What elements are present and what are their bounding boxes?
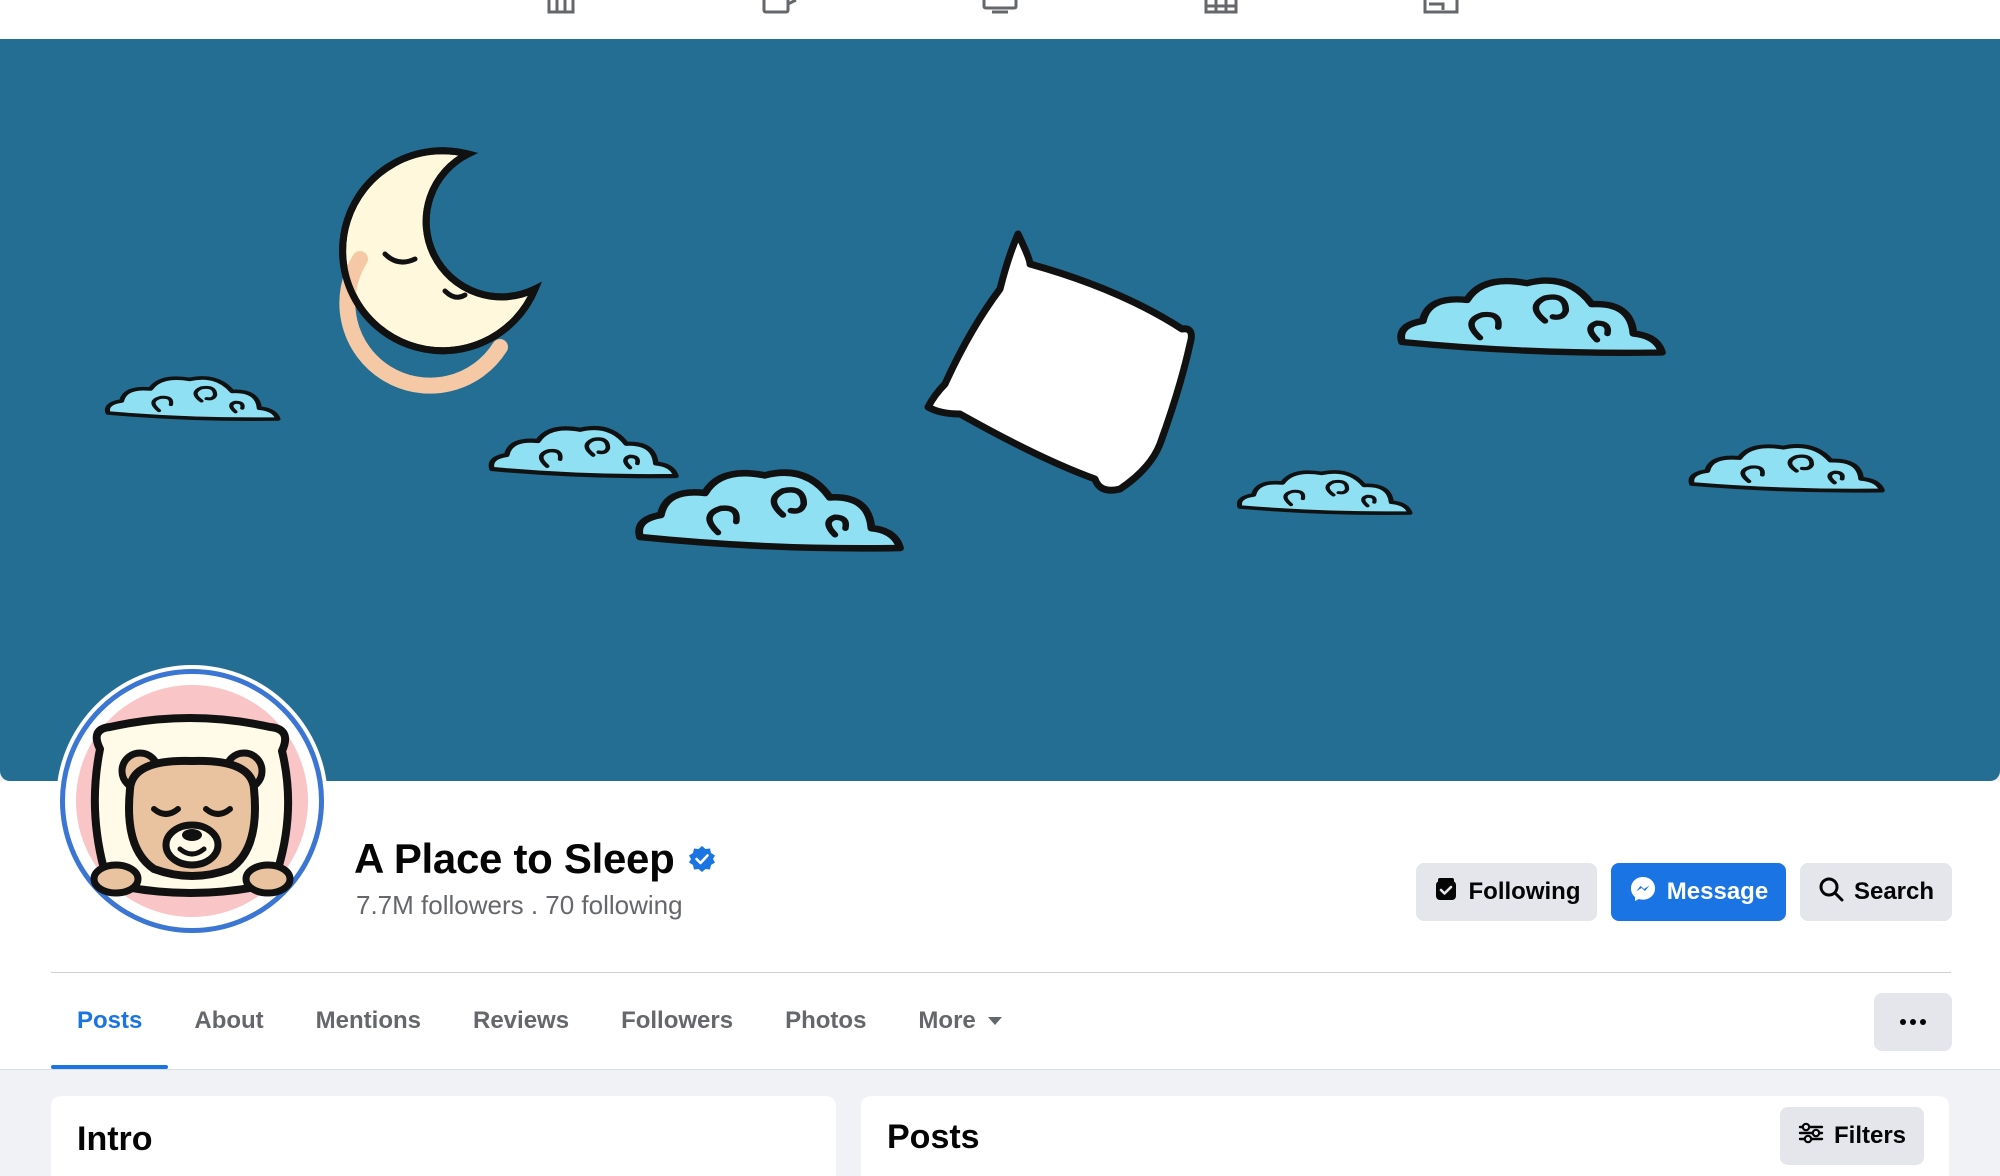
top-navigation-bar — [0, 0, 2000, 39]
filters-label: Filters — [1833, 1122, 1907, 1149]
search-icon — [1818, 876, 1844, 909]
tab-mentions[interactable]: Mentions — [290, 973, 447, 1069]
tv-icon[interactable] — [980, 0, 1020, 14]
cover-photo[interactable] — [0, 39, 2000, 781]
verified-badge-icon — [688, 845, 716, 873]
messenger-icon — [1629, 875, 1657, 910]
home-icon[interactable] — [541, 0, 581, 14]
video-icon[interactable] — [760, 0, 800, 14]
filters-icon — [1798, 1122, 1824, 1151]
page-name: A Place to Sleep — [354, 835, 675, 882]
more-options-button[interactable] — [1874, 993, 1952, 1051]
following-check-icon — [1433, 876, 1459, 909]
caret-down-icon — [987, 1017, 1002, 1025]
tab-reviews[interactable]: Reviews — [447, 973, 595, 1069]
tab-followers[interactable]: Followers — [595, 973, 759, 1069]
message-label: Message — [1666, 878, 1769, 905]
pillow-illustration — [924, 230, 1195, 494]
tab-about[interactable]: About — [168, 973, 289, 1069]
intro-title: Intro — [77, 1120, 153, 1158]
search-button[interactable]: Search — [1800, 863, 1952, 921]
gaming-icon[interactable] — [1421, 0, 1461, 14]
intro-card: Intro — [51, 1096, 836, 1176]
tab-more[interactable]: More — [892, 973, 1027, 1069]
marketplace-icon[interactable] — [1201, 0, 1241, 14]
profile-tabs: Posts About Mentions Reviews Followers P… — [51, 973, 1028, 1069]
filters-button[interactable]: Filters — [1780, 1107, 1924, 1165]
search-label: Search — [1853, 878, 1935, 905]
bear-avatar-icon — [76, 685, 308, 917]
posts-title: Posts — [887, 1118, 980, 1156]
posts-card: Posts Filters — [861, 1096, 1949, 1176]
tab-photos[interactable]: Photos — [759, 973, 892, 1069]
message-button[interactable]: Message — [1611, 863, 1786, 921]
tab-posts[interactable]: Posts — [51, 973, 169, 1069]
following-label: Following — [1468, 878, 1581, 905]
page-name-row: A Place to Sleep — [354, 832, 716, 886]
following-button[interactable]: Following — [1416, 863, 1597, 921]
moon-illustration — [339, 147, 542, 394]
tab-more-label: More — [918, 1007, 976, 1034]
avatar[interactable] — [56, 665, 328, 937]
follower-stats: 7.7M followers . 70 following — [356, 890, 683, 920]
ellipsis-icon — [1900, 1019, 1926, 1025]
